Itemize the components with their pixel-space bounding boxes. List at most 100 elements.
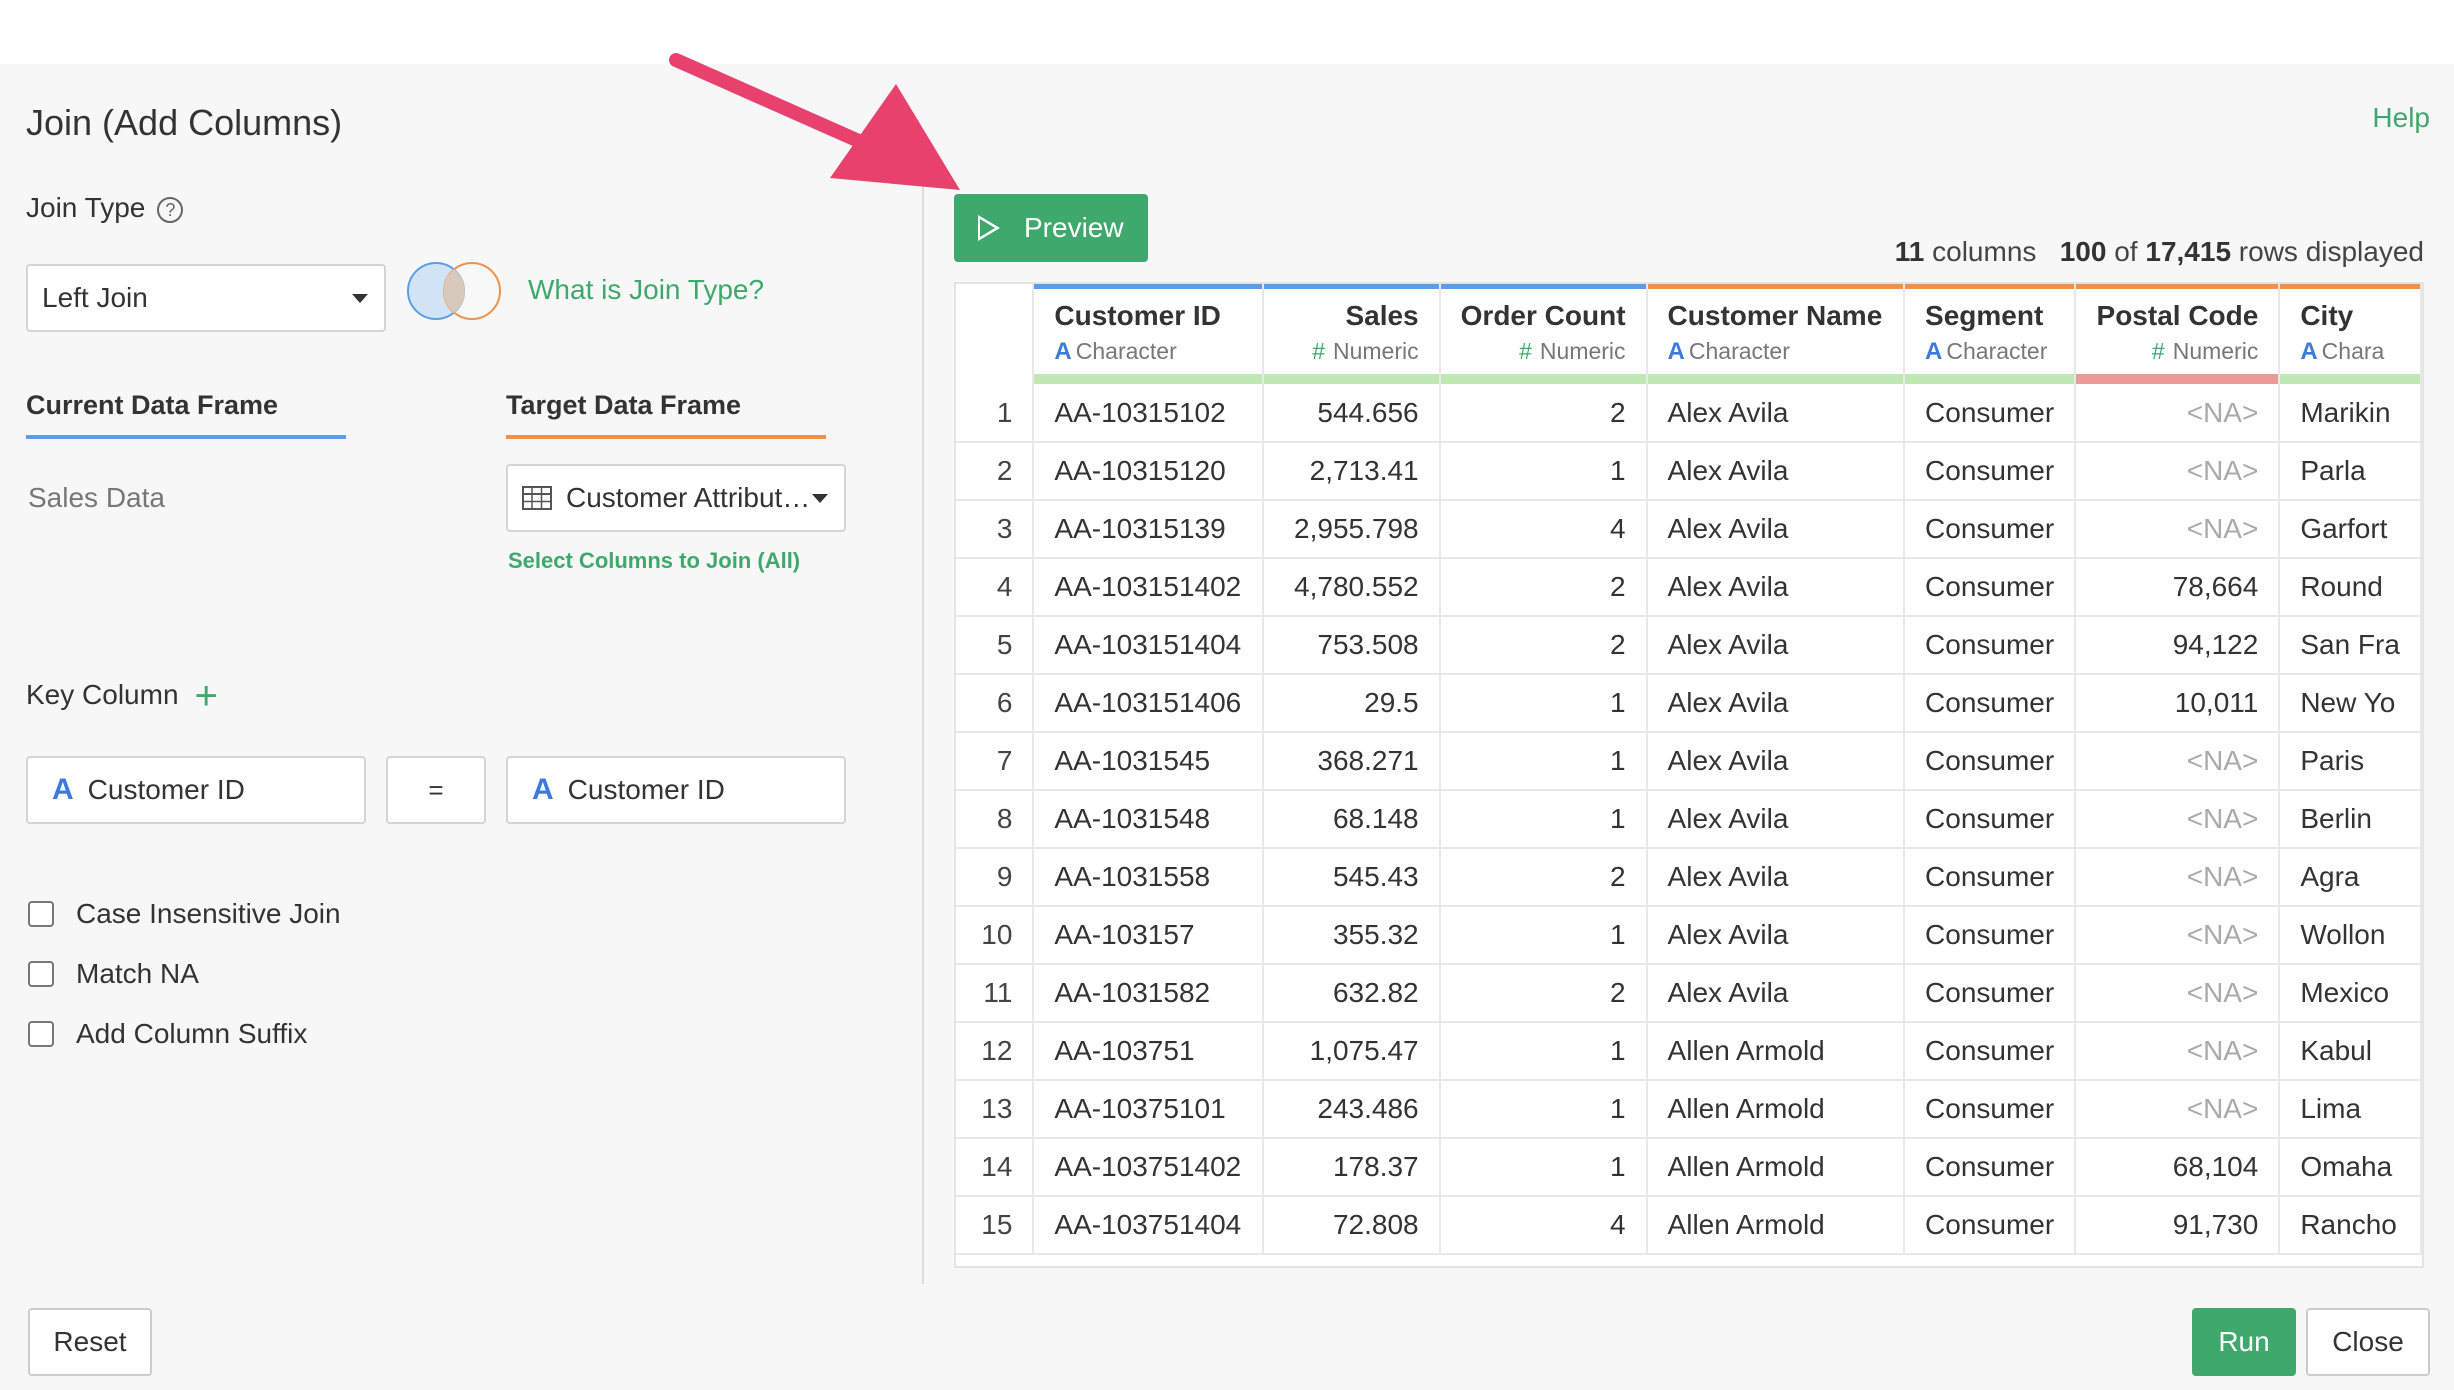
column-header[interactable]: Segment A Character bbox=[1904, 284, 2077, 384]
table-cell: <NA> bbox=[2075, 790, 2281, 849]
table-row[interactable]: 4 AA-103151402 4,780.552 2 Alex Avila Consume… bbox=[956, 558, 2422, 617]
column-quality-bar bbox=[1647, 374, 1903, 384]
character-type-icon: A bbox=[1667, 338, 1685, 365]
table-cell: Consumer bbox=[1904, 384, 2077, 443]
join-type-value: Left Join bbox=[42, 282, 148, 313]
reset-button[interactable]: Reset bbox=[28, 1308, 152, 1376]
table-cell: Alex Avila bbox=[1646, 384, 1906, 443]
table-row[interactable]: 7 AA-1031545 368.271 1 Alex Avila Consumer <NA… bbox=[956, 732, 2422, 791]
table-row[interactable]: 10 AA-103157 355.32 1 Alex Avila Consumer <NA>… bbox=[956, 906, 2422, 965]
close-button[interactable]: Close bbox=[2306, 1308, 2430, 1376]
columns-word: columns bbox=[1932, 236, 2037, 267]
table-cell: Consumer bbox=[1904, 1138, 2077, 1197]
match-na-checkbox[interactable] bbox=[28, 961, 54, 987]
column-header-top-bar bbox=[2280, 284, 2420, 289]
table-cell: AA-1031582 bbox=[1033, 964, 1264, 1023]
left-key-column-select[interactable]: A Customer ID bbox=[26, 756, 366, 824]
table-cell: 1 bbox=[1439, 906, 1648, 965]
venn-diagram-icon bbox=[407, 262, 501, 320]
table-cell: Agra bbox=[2279, 848, 2422, 907]
question-icon[interactable]: ? bbox=[157, 196, 184, 223]
add-key-icon[interactable]: + bbox=[195, 674, 218, 718]
case-insensitive-checkbox[interactable] bbox=[28, 901, 54, 927]
table-cell: Parla bbox=[2279, 442, 2422, 501]
table-row[interactable]: 2 AA-10315120 2,713.41 1 Alex Avila Consumer <… bbox=[956, 442, 2422, 501]
table-cell: Consumer bbox=[1904, 732, 2077, 791]
table-cell: Round bbox=[2279, 558, 2422, 617]
numeric-type-icon: # bbox=[1519, 338, 1532, 364]
table-cell: Consumer bbox=[1904, 1196, 2077, 1255]
column-name: Customer ID bbox=[1054, 300, 1221, 331]
preview-button[interactable]: Preview bbox=[954, 194, 1148, 262]
annotation-arrow-icon bbox=[669, 53, 960, 190]
table-cell: <NA> bbox=[2075, 500, 2281, 559]
table-cell: 94,122 bbox=[2075, 616, 2281, 675]
preview-button-label: Preview bbox=[1024, 212, 1124, 243]
table-cell: Consumer bbox=[1904, 790, 2077, 849]
table-cell: Mexico bbox=[2279, 964, 2422, 1023]
table-row[interactable]: 8 AA-1031548 68.148 1 Alex Avila Consumer <NA>… bbox=[956, 790, 2422, 849]
table-cell: 91,730 bbox=[2075, 1196, 2281, 1255]
table-row[interactable]: 11 AA-1031582 632.82 2 Alex Avila Consumer <NA… bbox=[956, 964, 2422, 1023]
table-row[interactable]: 6 AA-103151406 29.5 1 Alex Avila Consumer 10,0… bbox=[956, 674, 2422, 733]
rows-total: 17,415 bbox=[2145, 236, 2232, 267]
add-column-suffix-checkbox[interactable] bbox=[28, 1021, 54, 1047]
table-cell: Consumer bbox=[1904, 674, 2077, 733]
help-link[interactable]: Help bbox=[2372, 102, 2430, 134]
case-insensitive-label: Case Insensitive Join bbox=[76, 898, 341, 929]
table-cell: Allen Armold bbox=[1646, 1138, 1906, 1197]
what-is-join-type-link[interactable]: What is Join Type? bbox=[528, 274, 764, 306]
case-insensitive-option[interactable]: Case Insensitive Join bbox=[28, 898, 341, 930]
table-cell: 632.82 bbox=[1262, 964, 1441, 1023]
table-cell: 1 bbox=[1439, 790, 1648, 849]
rows-of: of bbox=[2114, 236, 2138, 267]
table-cell: AA-10315139 bbox=[1033, 500, 1264, 559]
column-type: A Chara bbox=[2300, 338, 2400, 366]
table-cell: Alex Avila bbox=[1646, 674, 1906, 733]
table-cell: AA-103751 bbox=[1033, 1022, 1264, 1081]
column-header[interactable]: City A Chara bbox=[2279, 284, 2422, 384]
table-row[interactable]: 3 AA-10315139 2,955.798 4 Alex Avila Consumer… bbox=[956, 500, 2422, 559]
table-cell: AA-1031545 bbox=[1033, 732, 1264, 791]
table-cell: 1 bbox=[1439, 442, 1648, 501]
column-header[interactable]: Customer ID A Character bbox=[1033, 284, 1264, 384]
column-header[interactable]: Order Count # Numeric bbox=[1439, 284, 1648, 384]
table-cell: AA-103151404 bbox=[1033, 616, 1264, 675]
table-cell: <NA> bbox=[2075, 906, 2281, 965]
table-row[interactable]: 15 AA-103751404 72.808 4 Allen Armold Consume… bbox=[956, 1196, 2422, 1255]
table-cell: Alex Avila bbox=[1646, 964, 1906, 1023]
match-na-option[interactable]: Match NA bbox=[28, 958, 199, 990]
target-frame-value: Customer Attribut… bbox=[566, 482, 811, 513]
column-header-top-bar bbox=[2076, 284, 2278, 289]
table-cell: Consumer bbox=[1904, 442, 2077, 501]
table-cell: AA-10375101 bbox=[1033, 1080, 1264, 1139]
table-row[interactable]: 9 AA-1031558 545.43 2 Alex Avila Consumer <NA>… bbox=[956, 848, 2422, 907]
table-cell: 2,955.798 bbox=[1262, 500, 1441, 559]
column-header[interactable]: Postal Code # Numeric bbox=[2075, 284, 2281, 384]
table-cell: 78,664 bbox=[2075, 558, 2281, 617]
target-frame-select[interactable]: Customer Attribut… bbox=[506, 464, 846, 532]
column-header[interactable]: Sales # Numeric bbox=[1262, 284, 1441, 384]
row-number: 3 bbox=[956, 500, 1035, 559]
right-key-column-select[interactable]: A Customer ID bbox=[506, 756, 846, 824]
row-number: 8 bbox=[956, 790, 1035, 849]
table-cell: Paris bbox=[2279, 732, 2422, 791]
table-header-row: Customer ID A Character Sales # Numeric Order … bbox=[956, 284, 2422, 384]
join-type-select[interactable]: Left Join bbox=[26, 264, 386, 332]
column-header[interactable]: Customer Name A Character bbox=[1646, 284, 1906, 384]
table-row[interactable]: 14 AA-103751402 178.37 1 Allen Armold Consume… bbox=[956, 1138, 2422, 1197]
row-number: 2 bbox=[956, 442, 1035, 501]
add-column-suffix-option[interactable]: Add Column Suffix bbox=[28, 1018, 307, 1050]
table-cell: 355.32 bbox=[1262, 906, 1441, 965]
key-operator-select[interactable]: = bbox=[386, 756, 486, 824]
preview-table[interactable]: Customer ID A Character Sales # Numeric Order … bbox=[954, 282, 2424, 1268]
table-cell: 4,780.552 bbox=[1262, 558, 1441, 617]
table-row[interactable]: 12 AA-103751 1,075.47 1 Allen Armold Consumer… bbox=[956, 1022, 2422, 1081]
run-button[interactable]: Run bbox=[2192, 1308, 2296, 1376]
select-columns-link[interactable]: Select Columns to Join (All) bbox=[508, 548, 800, 574]
table-row[interactable]: 13 AA-10375101 243.486 1 Allen Armold Consume… bbox=[956, 1080, 2422, 1139]
table-row[interactable]: 1 AA-10315102 544.656 2 Alex Avila Consumer <N… bbox=[956, 384, 2422, 443]
table-cell: Consumer bbox=[1904, 964, 2077, 1023]
column-name: Customer Name bbox=[1667, 300, 1883, 331]
table-row[interactable]: 5 AA-103151404 753.508 2 Alex Avila Consumer 9… bbox=[956, 616, 2422, 675]
